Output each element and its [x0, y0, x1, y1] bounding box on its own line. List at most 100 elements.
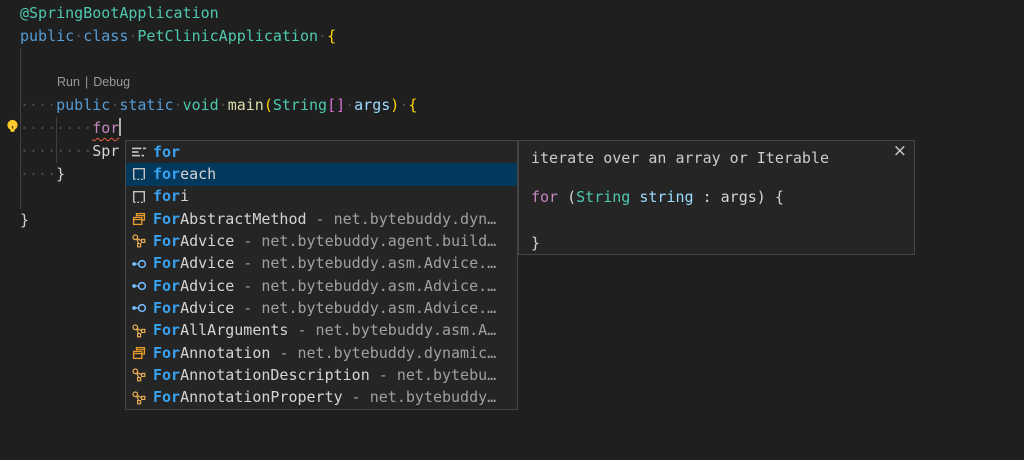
code-token: ·	[318, 27, 327, 45]
code-token: )	[390, 96, 399, 114]
code-token: args	[721, 188, 757, 206]
suggestion-match-text: For	[153, 386, 180, 409]
suggestion-qualifier: - net.bytebuddy.dyn…	[307, 208, 497, 231]
suggestion-item[interactable]: ForAdvice - net.bytebuddy.agent.build…	[126, 230, 517, 252]
suggestion-match-text: For	[153, 208, 180, 231]
suggestion-label: Advice	[180, 275, 234, 298]
close-icon[interactable]: ×	[893, 143, 907, 160]
suggestion-item[interactable]: ForAllArguments - net.bytebuddy.asm.A…	[126, 320, 517, 342]
suggestion-qualifier: - net.bytebuddy.asm.Advice.…	[234, 297, 496, 320]
code-line: @SpringBootApplication	[20, 2, 417, 25]
class-symbol-icon	[131, 345, 147, 361]
interface-symbol-icon	[131, 300, 147, 316]
code-line: public·class·PetClinicApplication·{	[20, 25, 417, 48]
code-token: public	[56, 96, 110, 114]
interface-symbol-icon	[131, 256, 147, 272]
code-token: Spr	[92, 142, 119, 160]
code-token: }	[531, 234, 540, 252]
suggestion-label: Annotation	[180, 342, 270, 365]
code-token: args	[354, 96, 390, 114]
suggestion-qualifier: - net.bytebuddy.asm.Advice.…	[234, 275, 496, 298]
hierarchy-symbol-icon	[131, 367, 147, 383]
class-symbol-icon	[131, 211, 147, 227]
codelens: Run|Debug	[57, 71, 130, 94]
snippet-symbol-icon	[131, 166, 147, 182]
suggestion-item[interactable]: ForAnnotation - net.bytebuddy.dynamic…	[126, 342, 517, 364]
text-cursor	[119, 118, 121, 136]
suggestion-label: Advice	[180, 252, 234, 275]
code-token: (	[558, 188, 576, 206]
codelens-debug-link[interactable]: Debug	[93, 75, 130, 89]
suggestion-qualifier: - net.bytebuddy.dynamic…	[270, 342, 496, 365]
code-token: {	[327, 27, 336, 45]
suggestion-label: AnnotationDescription	[180, 364, 370, 387]
interface-symbol-icon	[131, 278, 147, 294]
code-token: :	[694, 188, 721, 206]
codelens-separator: |	[80, 75, 93, 89]
code-token: ·	[110, 96, 119, 114]
lightbulb-icon[interactable]	[4, 118, 21, 135]
code-token: main	[228, 96, 264, 114]
suggestion-match-text: for	[153, 141, 180, 164]
code-token: @SpringBootApplication	[20, 4, 219, 22]
code-token: {	[408, 96, 417, 114]
suggestion-item[interactable]: ForAnnotationDescription - net.bytebu…	[126, 364, 517, 386]
hierarchy-symbol-icon	[131, 390, 147, 406]
suggestion-label: AllArguments	[180, 319, 288, 342]
code-token: static	[119, 96, 173, 114]
suggestion-match-text: for	[153, 163, 180, 186]
code-token: public	[20, 27, 74, 45]
code-token: void	[183, 96, 219, 114]
code-token: for	[92, 119, 119, 137]
suggestion-item[interactable]: ForAdvice - net.bytebuddy.asm.Advice.…	[126, 253, 517, 275]
code-token: ·	[399, 96, 408, 114]
suggestion-item[interactable]: ForAdvice - net.bytebuddy.asm.Advice.…	[126, 297, 517, 319]
suggestion-item[interactable]: ForAnnotationProperty - net.bytebuddy…	[126, 387, 517, 409]
code-token: ········	[20, 119, 92, 137]
code-token: (	[264, 96, 273, 114]
code-token: ·	[74, 27, 83, 45]
code-token: ····	[20, 165, 56, 183]
editor-surface: @SpringBootApplicationpublic·class·PetCl…	[0, 0, 1024, 460]
suggestion-match-text: For	[153, 230, 180, 253]
suggestion-label: AbstractMethod	[180, 208, 306, 231]
code-token: String	[576, 188, 630, 206]
code-line: ········for	[20, 117, 417, 140]
suggestion-match-text: For	[153, 297, 180, 320]
suggestion-label: AnnotationProperty	[180, 386, 343, 409]
code-token: ·	[174, 96, 183, 114]
suggestion-match-text: For	[153, 319, 180, 342]
code-token: class	[83, 27, 128, 45]
codelens-run-link[interactable]: Run	[57, 75, 80, 89]
code-token: string	[639, 188, 693, 206]
suggestion-label: Advice	[180, 230, 234, 253]
code-line	[531, 209, 784, 232]
suggestion-qualifier: - net.bytebuddy.asm.Advice.…	[234, 252, 496, 275]
suggestion-match-text: For	[153, 342, 180, 365]
suggestion-match-text: for	[153, 185, 180, 208]
code-token: ·	[345, 96, 354, 114]
suggestion-label: i	[180, 185, 189, 208]
code-token: ········	[20, 142, 92, 160]
code-token: }	[56, 165, 65, 183]
suggestion-item[interactable]: ForAbstractMethod - net.bytebuddy.dyn…	[126, 208, 517, 230]
suggestion-item[interactable]: foreach	[126, 163, 517, 185]
code-token: ·	[219, 96, 228, 114]
suggestion-qualifier: - net.bytebuddy.agent.build…	[234, 230, 496, 253]
suggestion-qualifier: - net.bytebuddy.asm.A…	[288, 319, 496, 342]
suggestion-match-text: For	[153, 275, 180, 298]
suggest-list: forforeachforiForAbstractMethod - net.by…	[126, 141, 517, 409]
code-token: ····	[20, 96, 56, 114]
keyword-symbol-icon	[131, 144, 147, 160]
doc-description: iterate over an array or Iterable	[531, 147, 829, 170]
suggestion-item[interactable]: for	[126, 141, 517, 163]
hierarchy-symbol-icon	[131, 323, 147, 339]
suggestion-item[interactable]: fori	[126, 186, 517, 208]
suggestion-qualifier: - net.bytebuddy…	[343, 386, 497, 409]
code-token: []	[327, 96, 345, 114]
suggestion-item[interactable]: ForAdvice - net.bytebuddy.asm.Advice.…	[126, 275, 517, 297]
suggestion-qualifier: - net.bytebu…	[370, 364, 496, 387]
suggestion-match-text: For	[153, 252, 180, 275]
hierarchy-symbol-icon	[131, 233, 147, 249]
code-token: PetClinicApplication	[137, 27, 318, 45]
